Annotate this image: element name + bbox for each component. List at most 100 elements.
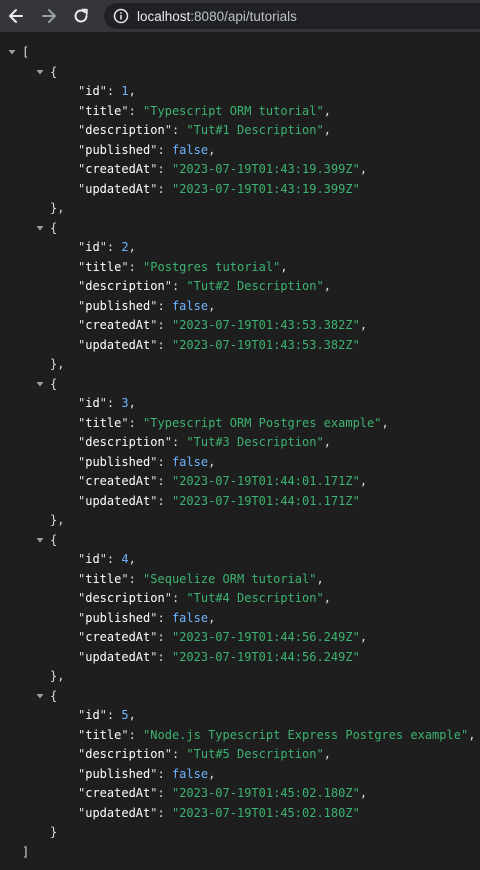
- json-field-row: "createdAt": "2023-07-19T01:43:19.399Z",: [78, 159, 367, 179]
- json-field-row: "id": 5,: [78, 705, 136, 725]
- json-field-row: "description": "Tut#4 Description",: [78, 588, 331, 608]
- address-bar[interactable]: localhost:8080/api/tutorials: [104, 3, 480, 29]
- object-open-line: {: [50, 374, 57, 394]
- colon: ":: [99, 240, 122, 254]
- colon: ":: [99, 708, 122, 722]
- value-number: 3: [121, 396, 129, 410]
- collapse-toggle[interactable]: [6, 42, 18, 62]
- close-quote: ": [352, 630, 360, 644]
- collapse-toggle[interactable]: [34, 686, 46, 706]
- object-close-line: },: [50, 198, 64, 218]
- caret-down-icon: [36, 537, 44, 542]
- value-string: Node.js Typescript Express Postgres exam…: [150, 727, 461, 742]
- json-field-row: "id": 2,: [78, 237, 136, 257]
- json-key: title: [85, 727, 122, 742]
- open-quote: ": [186, 747, 194, 761]
- collapse-toggle[interactable]: [34, 62, 46, 82]
- close-quote: ": [316, 747, 324, 761]
- colon: ":: [164, 279, 187, 293]
- comma: ,: [208, 298, 216, 313]
- json-key: updatedAt: [85, 493, 151, 508]
- json-field-row: "title": "Typescript ORM Postgres exampl…: [78, 413, 389, 433]
- url-text[interactable]: localhost:8080/api/tutorials: [137, 9, 297, 24]
- caret-down-icon: [8, 50, 16, 55]
- object-open-line: {: [50, 686, 57, 706]
- close-quote: ": [352, 649, 360, 664]
- json-key: updatedAt: [85, 805, 151, 820]
- json-field-row: "id": 1,: [78, 81, 136, 101]
- back-button[interactable]: [4, 4, 28, 28]
- colon: ":: [150, 649, 172, 664]
- json-field-row: "createdAt": "2023-07-19T01:44:56.249Z",: [78, 627, 367, 647]
- value-string: 2023-07-19T01:43:19.399Z: [179, 181, 353, 196]
- json-field-row: "createdAt": "2023-07-19T01:43:53.382Z",: [78, 315, 367, 335]
- array-open-line: [: [22, 42, 29, 62]
- comma: ,: [280, 259, 288, 274]
- colon: ":: [164, 123, 187, 137]
- json-key: id: [85, 552, 100, 566]
- open-quote: ": [186, 279, 194, 293]
- colon: ":: [150, 298, 172, 313]
- close-quote: ": [316, 123, 324, 137]
- close-quote: ": [316, 591, 324, 605]
- json-field-row: "createdAt": "2023-07-19T01:45:02.180Z",: [78, 783, 367, 803]
- open-quote: ": [186, 591, 194, 605]
- json-field-row: "updatedAt": "2023-07-19T01:43:19.399Z": [78, 179, 360, 199]
- info-icon[interactable]: [113, 8, 129, 24]
- value-string: 2023-07-19T01:44:56.249Z: [179, 649, 353, 664]
- json-key: title: [85, 259, 122, 274]
- value-boolean: false: [171, 610, 209, 625]
- forward-button[interactable]: [37, 4, 61, 28]
- reload-button[interactable]: [69, 4, 93, 28]
- json-key: id: [85, 84, 100, 98]
- value-string: Typescript ORM tutorial: [150, 103, 317, 118]
- arrow-left-icon: [9, 9, 23, 23]
- value-string: 2023-07-19T01:43:19.399Z: [179, 162, 353, 176]
- object-open-brace: {: [50, 64, 58, 79]
- json-key: published: [85, 766, 151, 781]
- collapse-toggle[interactable]: [34, 218, 46, 238]
- json-field-row: "updatedAt": "2023-07-19T01:45:02.180Z": [78, 803, 360, 823]
- comma: ,: [359, 474, 368, 488]
- json-field-row: "updatedAt": "2023-07-19T01:43:53.382Z": [78, 335, 360, 355]
- reload-icon: [74, 8, 88, 23]
- json-key: id: [85, 240, 100, 254]
- caret-down-icon: [36, 225, 44, 230]
- json-key: createdAt: [85, 474, 151, 488]
- json-key: id: [85, 396, 100, 410]
- comma: ,: [381, 415, 389, 430]
- json-key: createdAt: [85, 786, 151, 800]
- colon: ":: [150, 805, 172, 820]
- colon: ":: [150, 766, 172, 781]
- json-key: updatedAt: [85, 649, 151, 664]
- value-number: 5: [121, 708, 129, 722]
- close-quote: ": [352, 493, 360, 508]
- value-boolean: false: [171, 298, 209, 313]
- caret-down-icon: [36, 381, 44, 386]
- close-quote: ": [352, 786, 360, 800]
- json-field-row: "published": false,: [78, 452, 215, 472]
- colon: ":: [164, 435, 187, 449]
- object-close-line: },: [50, 510, 64, 530]
- value-string: 2023-07-19T01:43:53.382Z: [179, 337, 353, 352]
- json-key: createdAt: [85, 318, 151, 332]
- collapse-toggle[interactable]: [34, 374, 46, 394]
- json-field-row: "published": false,: [78, 140, 215, 160]
- json-field-row: "id": 4,: [78, 549, 136, 569]
- colon: ":: [99, 396, 122, 410]
- object-open-brace: {: [50, 532, 58, 547]
- comma: ,: [208, 766, 216, 781]
- colon: ":: [121, 259, 144, 274]
- json-key: published: [85, 454, 151, 469]
- collapse-toggle[interactable]: [34, 530, 46, 550]
- object-open-line: {: [50, 62, 57, 82]
- comma: ,: [128, 240, 136, 254]
- json-key: description: [85, 591, 165, 605]
- json-field-row: "published": false,: [78, 608, 215, 628]
- colon: ":: [150, 630, 172, 644]
- value-string: Postgres tutorial: [150, 259, 274, 274]
- comma: ,: [208, 454, 216, 469]
- close-quote: ": [352, 805, 360, 820]
- json-key: updatedAt: [85, 181, 151, 196]
- value-boolean: false: [171, 766, 209, 781]
